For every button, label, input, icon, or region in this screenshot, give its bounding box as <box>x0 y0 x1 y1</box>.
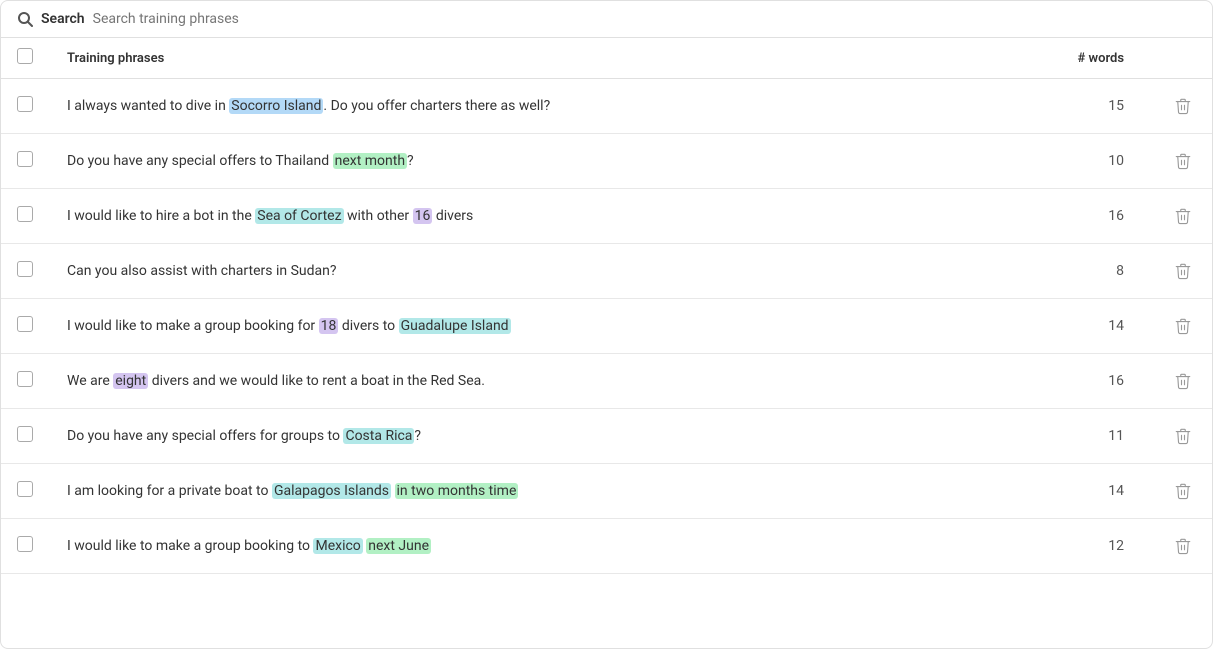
row-checkbox-cell <box>1 244 51 299</box>
entity-eight: eight <box>113 373 148 389</box>
row-checkbox-cell <box>1 519 51 574</box>
table-row: We are eight divers and we would like to… <box>1 354 1212 409</box>
search-input[interactable] <box>93 11 1196 27</box>
words-cell: 16 <box>986 354 1154 409</box>
words-cell: 14 <box>986 464 1154 519</box>
entity-18: 18 <box>319 318 339 334</box>
entity-next-june: next June <box>366 538 431 554</box>
entity-sea-of-cortez: Sea of Cortez <box>255 208 343 224</box>
entity-next-month: next month <box>333 153 407 169</box>
header-actions-col <box>1154 38 1212 79</box>
entity-mexico: Mexico <box>313 538 362 554</box>
row-checkbox-4[interactable] <box>17 261 33 277</box>
table-row: I am looking for a private boat to Galap… <box>1 464 1212 519</box>
delete-button-3[interactable] <box>1170 203 1196 229</box>
main-container: Search Training phrases # words I always… <box>0 0 1213 649</box>
actions-cell <box>1154 79 1212 134</box>
actions-cell <box>1154 244 1212 299</box>
delete-button-4[interactable] <box>1170 258 1196 284</box>
words-cell: 15 <box>986 79 1154 134</box>
table-row: I would like to hire a bot in the Sea of… <box>1 189 1212 244</box>
entity-16: 16 <box>413 208 433 224</box>
delete-button-2[interactable] <box>1170 148 1196 174</box>
row-checkbox-9[interactable] <box>17 536 33 552</box>
phrase-cell: Do you have any special offers for group… <box>51 409 986 464</box>
row-checkbox-cell <box>1 299 51 354</box>
words-cell: 16 <box>986 189 1154 244</box>
row-checkbox-3[interactable] <box>17 206 33 222</box>
table-row: Can you also assist with charters in Sud… <box>1 244 1212 299</box>
search-icon <box>17 11 33 27</box>
row-checkbox-1[interactable] <box>17 96 33 112</box>
actions-cell <box>1154 299 1212 354</box>
words-cell: 14 <box>986 299 1154 354</box>
row-checkbox-cell <box>1 464 51 519</box>
actions-cell <box>1154 464 1212 519</box>
actions-cell <box>1154 189 1212 244</box>
row-checkbox-cell <box>1 134 51 189</box>
phrase-cell: Can you also assist with charters in Sud… <box>51 244 986 299</box>
actions-cell <box>1154 354 1212 409</box>
entity-guadalupe-island: Guadalupe Island <box>399 318 511 334</box>
delete-button-5[interactable] <box>1170 313 1196 339</box>
table-body: I always wanted to dive in Socorro Islan… <box>1 79 1212 574</box>
table-header-row: Training phrases # words <box>1 38 1212 79</box>
phrase-cell: I would like to make a group booking to … <box>51 519 986 574</box>
row-checkbox-cell <box>1 409 51 464</box>
delete-button-6[interactable] <box>1170 368 1196 394</box>
delete-button-9[interactable] <box>1170 533 1196 559</box>
phrase-cell: I would like to hire a bot in the Sea of… <box>51 189 986 244</box>
entity-socorro-island: Socorro Island <box>229 98 323 114</box>
words-cell: 12 <box>986 519 1154 574</box>
delete-button-8[interactable] <box>1170 478 1196 504</box>
row-checkbox-cell <box>1 79 51 134</box>
entity-in-two-months-time: in two months time <box>395 483 519 499</box>
delete-button-7[interactable] <box>1170 423 1196 449</box>
table-row: I would like to make a group booking for… <box>1 299 1212 354</box>
actions-cell <box>1154 409 1212 464</box>
search-label: Search <box>41 11 85 27</box>
phrase-cell: I always wanted to dive in Socorro Islan… <box>51 79 986 134</box>
search-bar: Search <box>1 1 1212 38</box>
row-checkbox-5[interactable] <box>17 316 33 332</box>
row-checkbox-8[interactable] <box>17 481 33 497</box>
phrase-cell: Do you have any special offers to Thaila… <box>51 134 986 189</box>
actions-cell <box>1154 134 1212 189</box>
row-checkbox-2[interactable] <box>17 151 33 167</box>
select-all-checkbox[interactable] <box>17 48 33 64</box>
entity-galapagos-islands: Galapagos Islands <box>272 483 391 499</box>
delete-button-1[interactable] <box>1170 93 1196 119</box>
header-phrase-col: Training phrases <box>51 38 986 79</box>
row-checkbox-7[interactable] <box>17 426 33 442</box>
actions-cell <box>1154 519 1212 574</box>
table-row: Do you have any special offers for group… <box>1 409 1212 464</box>
header-checkbox-col <box>1 38 51 79</box>
phrase-cell: We are eight divers and we would like to… <box>51 354 986 409</box>
table-row: I would like to make a group booking to … <box>1 519 1212 574</box>
table-row: I always wanted to dive in Socorro Islan… <box>1 79 1212 134</box>
words-cell: 11 <box>986 409 1154 464</box>
row-checkbox-6[interactable] <box>17 371 33 387</box>
header-words-col: # words <box>986 38 1154 79</box>
row-checkbox-cell <box>1 189 51 244</box>
training-phrases-table: Training phrases # words I always wanted… <box>1 38 1212 574</box>
words-cell: 10 <box>986 134 1154 189</box>
row-checkbox-cell <box>1 354 51 409</box>
words-cell: 8 <box>986 244 1154 299</box>
phrase-cell: I am looking for a private boat to Galap… <box>51 464 986 519</box>
entity-costa-rica: Costa Rica <box>343 428 414 444</box>
table-row: Do you have any special offers to Thaila… <box>1 134 1212 189</box>
phrase-cell: I would like to make a group booking for… <box>51 299 986 354</box>
